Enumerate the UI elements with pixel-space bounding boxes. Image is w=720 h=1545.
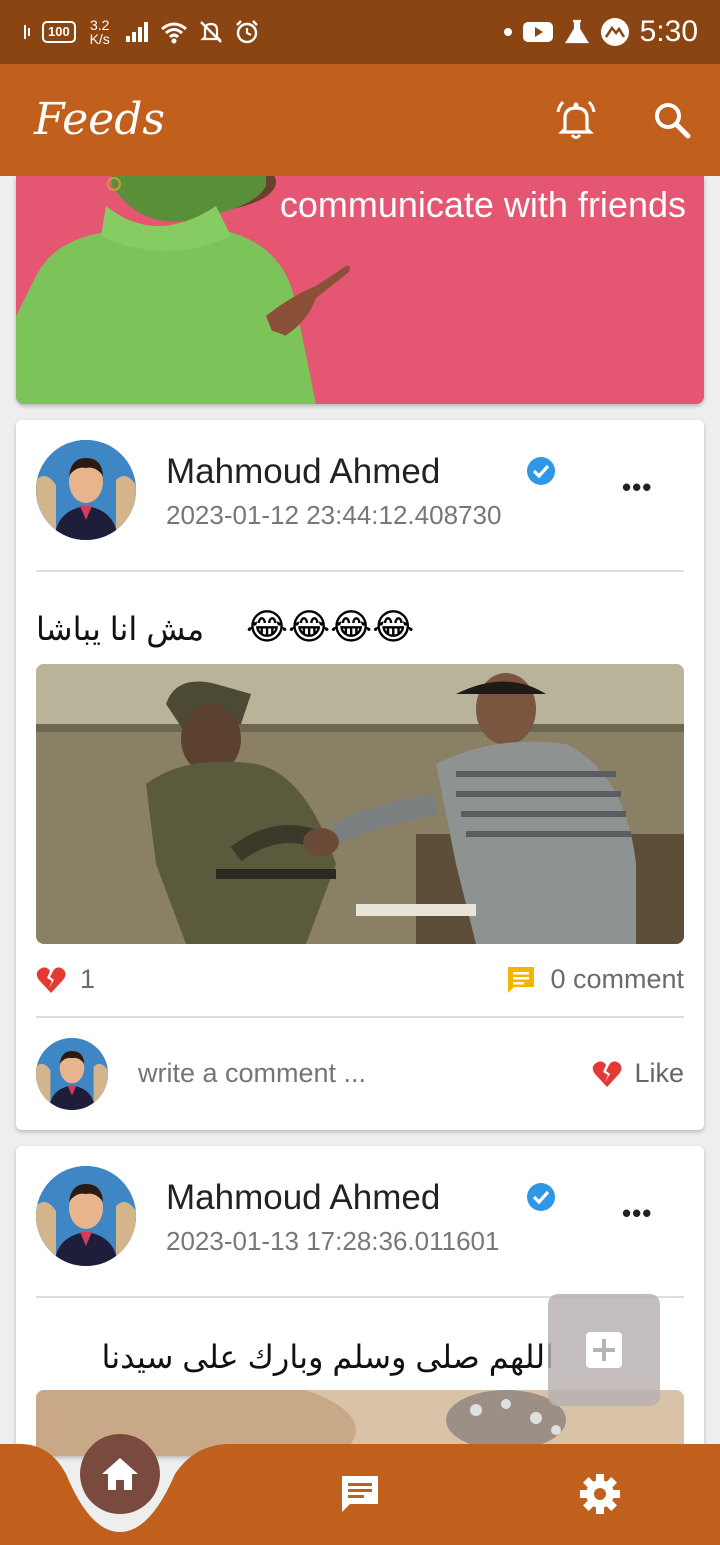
page-title: Feeds bbox=[34, 94, 165, 145]
post-timestamp: 2023-01-13 17:28:36.011601 bbox=[166, 1226, 500, 1256]
nav-home[interactable] bbox=[80, 1434, 160, 1514]
wifi-icon bbox=[160, 22, 187, 44]
signal-icon bbox=[125, 22, 148, 42]
network-speed: 3.2 K/s bbox=[86, 18, 114, 46]
comment-input[interactable] bbox=[138, 1058, 438, 1089]
divider bbox=[36, 570, 684, 572]
app-icon bbox=[600, 18, 629, 46]
search-icon[interactable] bbox=[650, 98, 694, 142]
avatar-photo bbox=[36, 440, 136, 540]
mute-icon bbox=[199, 21, 222, 43]
flask-icon bbox=[564, 19, 589, 44]
more-options-icon[interactable]: ••• bbox=[622, 472, 652, 503]
banner-text: communicate with friends bbox=[279, 184, 686, 225]
status-bar: 100 3.2 K/s 5:30 bbox=[0, 0, 720, 64]
broken-heart-icon bbox=[36, 966, 66, 993]
promo-banner[interactable]: communicate with friends bbox=[16, 176, 704, 404]
status-bar-left: 100 3.2 K/s bbox=[22, 18, 260, 46]
comment-count-value: 0 comment bbox=[550, 964, 684, 994]
dot-icon bbox=[503, 28, 512, 36]
nav-chat-icon[interactable] bbox=[338, 1472, 382, 1516]
status-time: 5:30 bbox=[639, 15, 698, 48]
more-options-icon[interactable]: ••• bbox=[622, 1198, 652, 1229]
like-count[interactable]: 1 bbox=[36, 964, 95, 995]
avatar-photo bbox=[36, 1038, 108, 1110]
verified-icon bbox=[527, 457, 555, 485]
post-photo bbox=[36, 664, 684, 944]
network-speed-value: 3.2 bbox=[89, 17, 110, 33]
comment-icon bbox=[508, 966, 535, 993]
notification-bell-icon[interactable] bbox=[554, 98, 598, 142]
alarm-icon bbox=[235, 20, 258, 44]
divider bbox=[36, 1016, 684, 1018]
network-speed-unit: K/s bbox=[89, 31, 110, 47]
like-count-value: 1 bbox=[80, 964, 96, 994]
avatar-photo bbox=[36, 1166, 136, 1266]
add-icon bbox=[586, 1332, 622, 1368]
current-user-avatar bbox=[36, 1038, 108, 1110]
broken-heart-icon bbox=[593, 1060, 622, 1087]
post-card: Mahmoud Ahmed 2023-01-12 23:44:12.408730… bbox=[16, 420, 704, 1130]
author-avatar[interactable] bbox=[36, 440, 136, 540]
battery-icon: 100 bbox=[42, 21, 76, 43]
post-text: مش انا يباشا bbox=[36, 611, 205, 647]
author-name[interactable]: Mahmoud Ahmed bbox=[166, 452, 440, 492]
add-post-button[interactable] bbox=[548, 1294, 660, 1406]
verified-icon bbox=[527, 1183, 555, 1211]
vibrate-icon bbox=[24, 25, 30, 39]
app-bar: Feeds bbox=[0, 64, 720, 176]
post-emoji: 😂😂😂😂 bbox=[246, 606, 415, 647]
author-avatar[interactable] bbox=[36, 1166, 136, 1266]
comment-count[interactable]: 0 comment bbox=[506, 964, 684, 995]
youtube-icon bbox=[522, 22, 553, 42]
status-bar-right: 5:30 bbox=[503, 15, 698, 49]
home-icon bbox=[102, 1458, 138, 1490]
like-button-label: Like bbox=[634, 1058, 684, 1088]
author-name[interactable]: Mahmoud Ahmed bbox=[166, 1178, 440, 1218]
post-timestamp: 2023-01-12 23:44:12.408730 bbox=[166, 500, 502, 530]
nav-settings-icon[interactable] bbox=[578, 1472, 622, 1516]
like-button[interactable]: Like bbox=[592, 1058, 684, 1089]
post-image[interactable] bbox=[36, 664, 684, 944]
